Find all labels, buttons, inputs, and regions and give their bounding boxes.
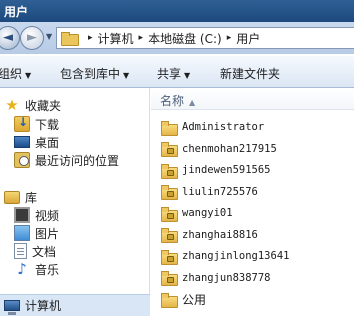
recent-places-icon [14,152,30,168]
sidebar-item-desktop[interactable]: 桌面 [14,133,59,151]
address-row: ◄ ► ▼ ▸ 计算机 ▸ 本地磁盘 (C:) ▸ 用户 [0,22,354,54]
file-list-item[interactable]: jindewen591565 [161,161,271,179]
document-icon [14,243,27,259]
video-icon [14,207,30,223]
lock-icon [167,277,174,283]
breadcrumb-users[interactable]: 用户 [236,30,260,47]
file-name: 公用 [182,292,207,307]
forward-button[interactable]: ► [20,26,44,50]
include-in-library-label: 包含到库中 [60,67,121,81]
dropdown-arrow-icon: ▼ [25,71,32,80]
breadcrumb-computer[interactable]: 计算机 [98,30,134,47]
command-bar: 组织 ▼ 包含到库中 ▼ 共享 ▼ 新建文件夹 [0,56,354,88]
sidebar-item-documents[interactable]: 文档 [14,242,56,260]
lock-icon [167,169,174,176]
library-icon [4,190,20,204]
file-name: Administrator [182,121,265,133]
sidebar-item-label: 最近访问的位置 [35,153,120,168]
lock-icon [167,148,174,154]
share-label: 共享 [157,67,182,81]
new-folder-button[interactable]: 新建文件夹 [220,65,280,82]
sidebar-item-label: 计算机 [25,298,62,313]
sidebar-item-label: 收藏夹 [25,98,62,113]
file-list-item[interactable]: wangyi01 [161,204,233,222]
window-title-text: 用户 [4,5,29,19]
sidebar-item-pictures[interactable]: 图片 [14,224,59,242]
column-header-name[interactable]: 名称 ▲ [151,88,354,110]
breadcrumb-separator[interactable]: ▸ [88,33,93,43]
file-list-item[interactable]: liulin725576 [161,183,258,201]
dropdown-arrow-icon: ▼ [184,71,191,80]
breadcrumb-separator[interactable]: ▸ [227,33,232,43]
file-name: zhanghai8816 [182,228,258,241]
file-name: zhangjun838778 [182,271,271,284]
music-icon: ♪ [17,260,27,278]
pictures-icon [14,225,30,241]
share-button[interactable]: 共享 ▼ [157,65,190,82]
include-in-library-button[interactable]: 包含到库中 ▼ [60,65,129,82]
file-name: chenmohan217915 [182,142,277,155]
organize-button[interactable]: 组织 ▼ [0,65,31,82]
locked-folder-icon [161,185,178,200]
file-list-item[interactable]: chenmohan217915 [161,140,277,158]
breadcrumb-separator[interactable]: ▸ [139,33,144,43]
address-bar[interactable]: ▸ 计算机 ▸ 本地磁盘 (C:) ▸ 用户 [56,27,354,49]
column-header-label: 名称 [160,94,185,108]
navigation-pane: ★ 收藏夹 下载 桌面 最近访问的位置 库 视频 图片 文档 ♪ 音乐 [0,88,150,316]
breadcrumb-local-disk[interactable]: 本地磁盘 (C:) [148,30,222,47]
folder-icon [161,292,178,308]
file-name: zhangjinlong13641 [182,250,290,262]
back-button[interactable]: ◄ [0,26,20,50]
sidebar-item-label: 库 [25,190,38,205]
sidebar-item-recent-places[interactable]: 最近访问的位置 [14,151,119,169]
file-list-item[interactable]: zhanghai8816 [161,226,258,244]
window-title: 用户 [0,0,354,22]
file-name: liulin725576 [182,185,258,198]
locked-folder-icon [161,206,178,222]
sidebar-item-label: 文档 [32,244,57,259]
sidebar-item-label: 音乐 [35,262,60,277]
file-list-item[interactable]: Administrator [161,118,264,136]
locked-folder-icon [161,228,178,243]
sidebar-item-label: 下载 [35,117,60,132]
sidebar-item-libraries[interactable]: 库 [4,188,37,206]
recent-pages-dropdown-icon[interactable]: ▼ [46,32,52,41]
locked-folder-icon [161,163,178,179]
sidebar-item-label: 视频 [35,208,60,223]
desktop-icon [14,136,30,148]
lock-icon [167,212,174,219]
locked-folder-icon [161,142,178,157]
file-list-item[interactable]: zhangjinlong13641 [161,247,289,265]
sidebar-item-label: 图片 [35,226,60,241]
lock-icon [167,255,174,262]
sidebar-item-favorites[interactable]: ★ 收藏夹 [4,96,61,114]
file-list-item[interactable]: 公用 [161,290,206,308]
new-folder-label: 新建文件夹 [220,67,281,81]
folder-icon [161,120,178,136]
lock-icon [167,191,174,197]
file-list-item[interactable]: zhangjun838778 [161,269,271,287]
lock-icon [167,234,174,240]
dropdown-arrow-icon: ▼ [123,71,130,80]
star-icon: ★ [5,96,19,114]
sidebar-item-videos[interactable]: 视频 [14,206,59,224]
file-name: jindewen591565 [182,164,271,176]
locked-folder-icon [161,249,178,265]
locked-folder-icon [161,271,178,286]
sidebar-item-downloads[interactable]: 下载 [14,115,59,133]
downloads-folder-icon [14,115,30,132]
folder-icon [61,32,79,46]
sidebar-item-computer-inner: 计算机 [4,296,62,315]
sidebar-item-music[interactable]: ♪ 音乐 [14,260,59,278]
sidebar-item-computer[interactable]: 计算机 [0,294,150,316]
computer-icon [4,299,20,315]
sort-ascending-icon: ▲ [189,98,196,107]
file-list: 名称 ▲ Administrator chenmohan217915 jindewen… [151,88,354,316]
sidebar-item-label: 桌面 [35,135,60,150]
file-name: wangyi01 [182,207,233,219]
organize-label: 组织 [0,67,23,81]
